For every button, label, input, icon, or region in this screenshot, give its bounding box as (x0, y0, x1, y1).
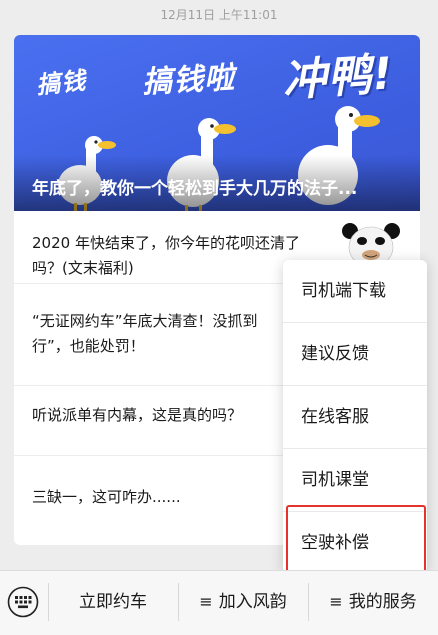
menu-item-feedback[interactable]: 建议反馈 (283, 323, 427, 385)
keyboard-icon[interactable] (7, 586, 39, 618)
menu-item-driver-download[interactable]: 司机端下载 (283, 260, 427, 322)
article-item[interactable]: “无证网约车”年底大清查！没抓到 行”，也能处罚！ (32, 309, 302, 359)
cover-banner[interactable]: 搞钱 搞钱啦 冲鸭! 年底了，教你一个轻松到手大几万的法子... (14, 35, 420, 211)
article-item[interactable]: 三缺一，这可咋办...... (32, 485, 302, 510)
menu-item-driver-class[interactable]: 司机课堂 (283, 449, 427, 511)
join-label: 加入风韵 (218, 592, 287, 612)
banner-title[interactable]: 年底了，教你一个轻松到手大几万的法子... (32, 174, 406, 199)
article-line: 听说派单有内幕，这是真的吗？ (32, 406, 243, 424)
my-services-button[interactable]: ≡ 我的服务 (308, 571, 438, 633)
banner-word-2: 搞钱啦 (141, 60, 237, 101)
article-item[interactable]: 听说派单有内幕，这是真的吗？ (32, 403, 302, 428)
article-line: 三缺一，这可咋办...... (32, 488, 181, 506)
menu-lines-icon: ≡ (329, 592, 343, 611)
my-services-label: 我的服务 (348, 592, 417, 612)
banner-word-1: 搞钱 (34, 66, 88, 100)
book-ride-button[interactable]: 立即约车 (48, 571, 178, 633)
article-line: 2020 年快结束了，你今年的花呗还清了 (32, 234, 300, 252)
bottom-menu-bar: 立即约车 ≡ 加入风韵 ≡ 我的服务 (0, 570, 438, 635)
highlight-box (286, 505, 426, 577)
book-ride-label: 立即约车 (79, 592, 147, 612)
article-line: “无证网约车”年底大清查！没抓到 (32, 312, 258, 330)
menu-item-online-support[interactable]: 在线客服 (283, 386, 427, 448)
article-line: 行”，也能处罚！ (32, 337, 145, 355)
message-timestamp: 12月11日 上午11:01 (160, 8, 278, 22)
join-button[interactable]: ≡ 加入风韵 (178, 571, 308, 633)
menu-lines-icon: ≡ (199, 592, 213, 611)
